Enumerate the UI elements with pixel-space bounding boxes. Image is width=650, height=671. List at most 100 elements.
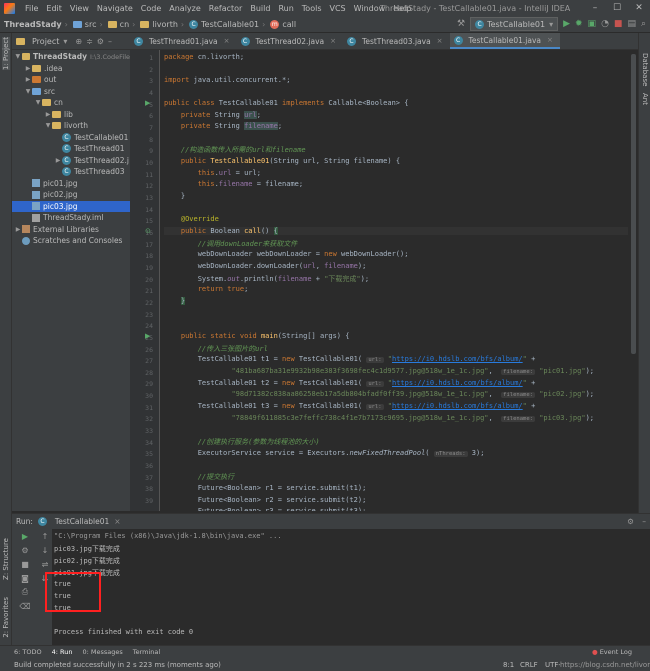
project-tool-button[interactable]: 1: Project xyxy=(2,37,10,70)
chevron-down-icon[interactable]: ▼ xyxy=(34,99,42,106)
menu-item-edit[interactable]: Edit xyxy=(42,4,66,13)
scroll-thumb[interactable] xyxy=(631,54,636,354)
project-structure-icon[interactable]: ▤ xyxy=(627,19,636,29)
menu-item-build[interactable]: Build xyxy=(246,4,274,13)
scroll-down-icon[interactable]: ↓ xyxy=(38,543,52,557)
event-log-button[interactable]: ● Event Log xyxy=(592,648,632,656)
run-tool-button[interactable]: 4: Run xyxy=(52,648,73,656)
print-icon[interactable]: ⎙ xyxy=(12,585,38,599)
coverage-icon[interactable]: ▣ xyxy=(588,19,597,29)
code-area[interactable]: package cn.livorth; import java.util.con… xyxy=(164,50,628,511)
database-tool-button[interactable]: Database xyxy=(641,53,649,86)
line-separator[interactable]: CRLF xyxy=(520,661,538,669)
close-tab-icon[interactable]: × xyxy=(224,37,230,45)
debug-icon[interactable]: ✹ xyxy=(575,19,583,29)
chevron-right-icon[interactable]: ▶ xyxy=(24,76,32,83)
caret-position[interactable]: 8:1 xyxy=(503,661,514,669)
chevron-right-icon[interactable]: ▶ xyxy=(54,157,62,164)
wrench-icon[interactable]: ⚙ xyxy=(12,543,38,557)
breadcrumb-cn[interactable]: cn › xyxy=(107,20,139,29)
terminal-tool-button[interactable]: Terminal xyxy=(133,648,160,656)
minimize-icon[interactable]: – xyxy=(584,0,606,16)
tree-item[interactable]: ▼ cn xyxy=(12,97,130,109)
chevron-down-icon[interactable]: ▼ xyxy=(14,53,22,60)
breadcrumb-class[interactable]: C TestCallable01 › xyxy=(189,19,268,29)
tree-item[interactable]: ▶ External Libraries xyxy=(12,224,130,236)
editor-scrollbar[interactable] xyxy=(628,50,638,511)
menu-item-vcs[interactable]: VCS xyxy=(326,4,350,13)
menu-item-file[interactable]: File xyxy=(21,4,42,13)
stop-icon[interactable]: ■ xyxy=(12,557,38,571)
tree-item[interactable]: pic02.jpg xyxy=(12,189,130,201)
ant-tool-button[interactable]: Ant xyxy=(641,93,649,105)
menu-item-analyze[interactable]: Analyze xyxy=(165,4,205,13)
gear-icon[interactable]: ⚙ xyxy=(97,37,104,46)
stop-icon[interactable]: ■ xyxy=(614,19,623,29)
search-icon[interactable]: ⌕ xyxy=(641,19,646,29)
menu-item-run[interactable]: Run xyxy=(274,4,297,13)
tree-item[interactable]: pic01.jpg xyxy=(12,178,130,190)
collapse-icon[interactable]: ≑ xyxy=(86,37,93,46)
minimize-panel-icon[interactable]: – xyxy=(108,37,112,46)
tree-item[interactable]: C TestThread01 xyxy=(12,143,130,155)
tree-item[interactable]: ThreadStady.iml xyxy=(12,212,130,224)
menu-item-tools[interactable]: Tools xyxy=(298,4,326,13)
todo-tool-button[interactable]: 6: TODO xyxy=(14,648,42,656)
tree-item[interactable]: ▼ src xyxy=(12,86,130,98)
locate-icon[interactable]: ⊕ xyxy=(75,37,82,46)
chevron-down-icon[interactable]: ▾ xyxy=(63,37,67,46)
messages-tool-button[interactable]: 0: Messages xyxy=(82,648,122,656)
chevron-right-icon[interactable]: ▶ xyxy=(44,111,52,118)
close-tab-icon[interactable]: × xyxy=(114,517,120,526)
editor-tab[interactable]: C TestThread01.java × xyxy=(130,33,237,49)
gear-icon[interactable]: ⚙ xyxy=(627,517,634,526)
tree-item[interactable]: ▶ lib xyxy=(12,109,130,121)
project-header-label[interactable]: Project xyxy=(32,37,59,46)
menu-item-refactor[interactable]: Refactor xyxy=(205,4,247,13)
maximize-icon[interactable]: ☐ xyxy=(606,0,628,16)
override-gutter-icon[interactable]: ⊙ xyxy=(145,227,151,235)
tree-item[interactable]: ▶ out xyxy=(12,74,130,86)
run-gutter-icon[interactable]: ▶ xyxy=(145,99,150,107)
menu-item-code[interactable]: Code xyxy=(137,4,165,13)
structure-tool-button[interactable]: Z: Structure xyxy=(2,538,10,580)
menu-item-view[interactable]: View xyxy=(66,4,93,13)
tree-item[interactable]: ▶ .idea xyxy=(12,63,130,75)
tree-item[interactable]: ▼ livorth xyxy=(12,120,130,132)
minimize-panel-icon[interactable]: – xyxy=(642,517,646,526)
breadcrumb-project[interactable]: ThreadStady › xyxy=(4,20,71,29)
run-tab[interactable]: TestCallable01 xyxy=(55,517,109,526)
tree-item[interactable]: C TestCallable01 xyxy=(12,132,130,144)
close-icon[interactable]: ✕ xyxy=(628,0,650,16)
editor-tab[interactable]: C TestThread02.java × xyxy=(237,33,344,49)
close-tab-icon[interactable]: × xyxy=(437,37,443,45)
tree-item[interactable]: ▼ ThreadStady I:\3.CodeFile xyxy=(12,51,130,63)
camera-icon[interactable]: ◙ xyxy=(12,571,38,585)
chevron-down-icon[interactable]: ▼ xyxy=(44,122,52,129)
menu-item-navigate[interactable]: Navigate xyxy=(93,4,137,13)
run-configuration-dropdown[interactable]: C TestCallable01 ▾ xyxy=(470,17,559,31)
run-gutter-icon[interactable]: ▶ xyxy=(145,332,150,340)
run-icon[interactable]: ▶ xyxy=(563,19,570,29)
editor-tab[interactable]: C TestCallable01.java × xyxy=(449,33,560,49)
tree-item[interactable]: pic03.jpg xyxy=(12,200,130,212)
chevron-right-icon[interactable]: ▶ xyxy=(14,226,22,233)
chevron-down-icon[interactable]: ▼ xyxy=(24,88,32,95)
build-hammer-icon[interactable]: ⚒ xyxy=(457,19,465,29)
favorites-tool-button[interactable]: 2: Favorites xyxy=(2,597,10,638)
breadcrumb-src[interactable]: src › xyxy=(72,20,106,29)
tree-item[interactable]: ▶ C TestThread02.j xyxy=(12,155,130,167)
scroll-up-icon[interactable]: ↑ xyxy=(38,529,52,543)
rerun-icon[interactable]: ▶ xyxy=(12,529,38,543)
close-tab-icon[interactable]: × xyxy=(330,37,336,45)
chevron-right-icon[interactable]: ▶ xyxy=(24,65,32,72)
tree-item[interactable]: C TestThread03 xyxy=(12,166,130,178)
trash-icon[interactable]: ⌫ xyxy=(12,599,38,613)
tree-item[interactable]: Scratches and Consoles xyxy=(12,235,130,247)
breadcrumb-livorth[interactable]: livorth › xyxy=(140,20,187,29)
breadcrumb-method[interactable]: m call xyxy=(270,19,296,29)
profile-icon[interactable]: ◔ xyxy=(601,19,609,29)
close-tab-icon[interactable]: × xyxy=(547,36,553,44)
editor-tab[interactable]: C TestThread03.java × xyxy=(343,33,450,49)
console-output[interactable]: "C:\Program Files (x86)\Java\jdk-1.8\bin… xyxy=(54,529,650,646)
